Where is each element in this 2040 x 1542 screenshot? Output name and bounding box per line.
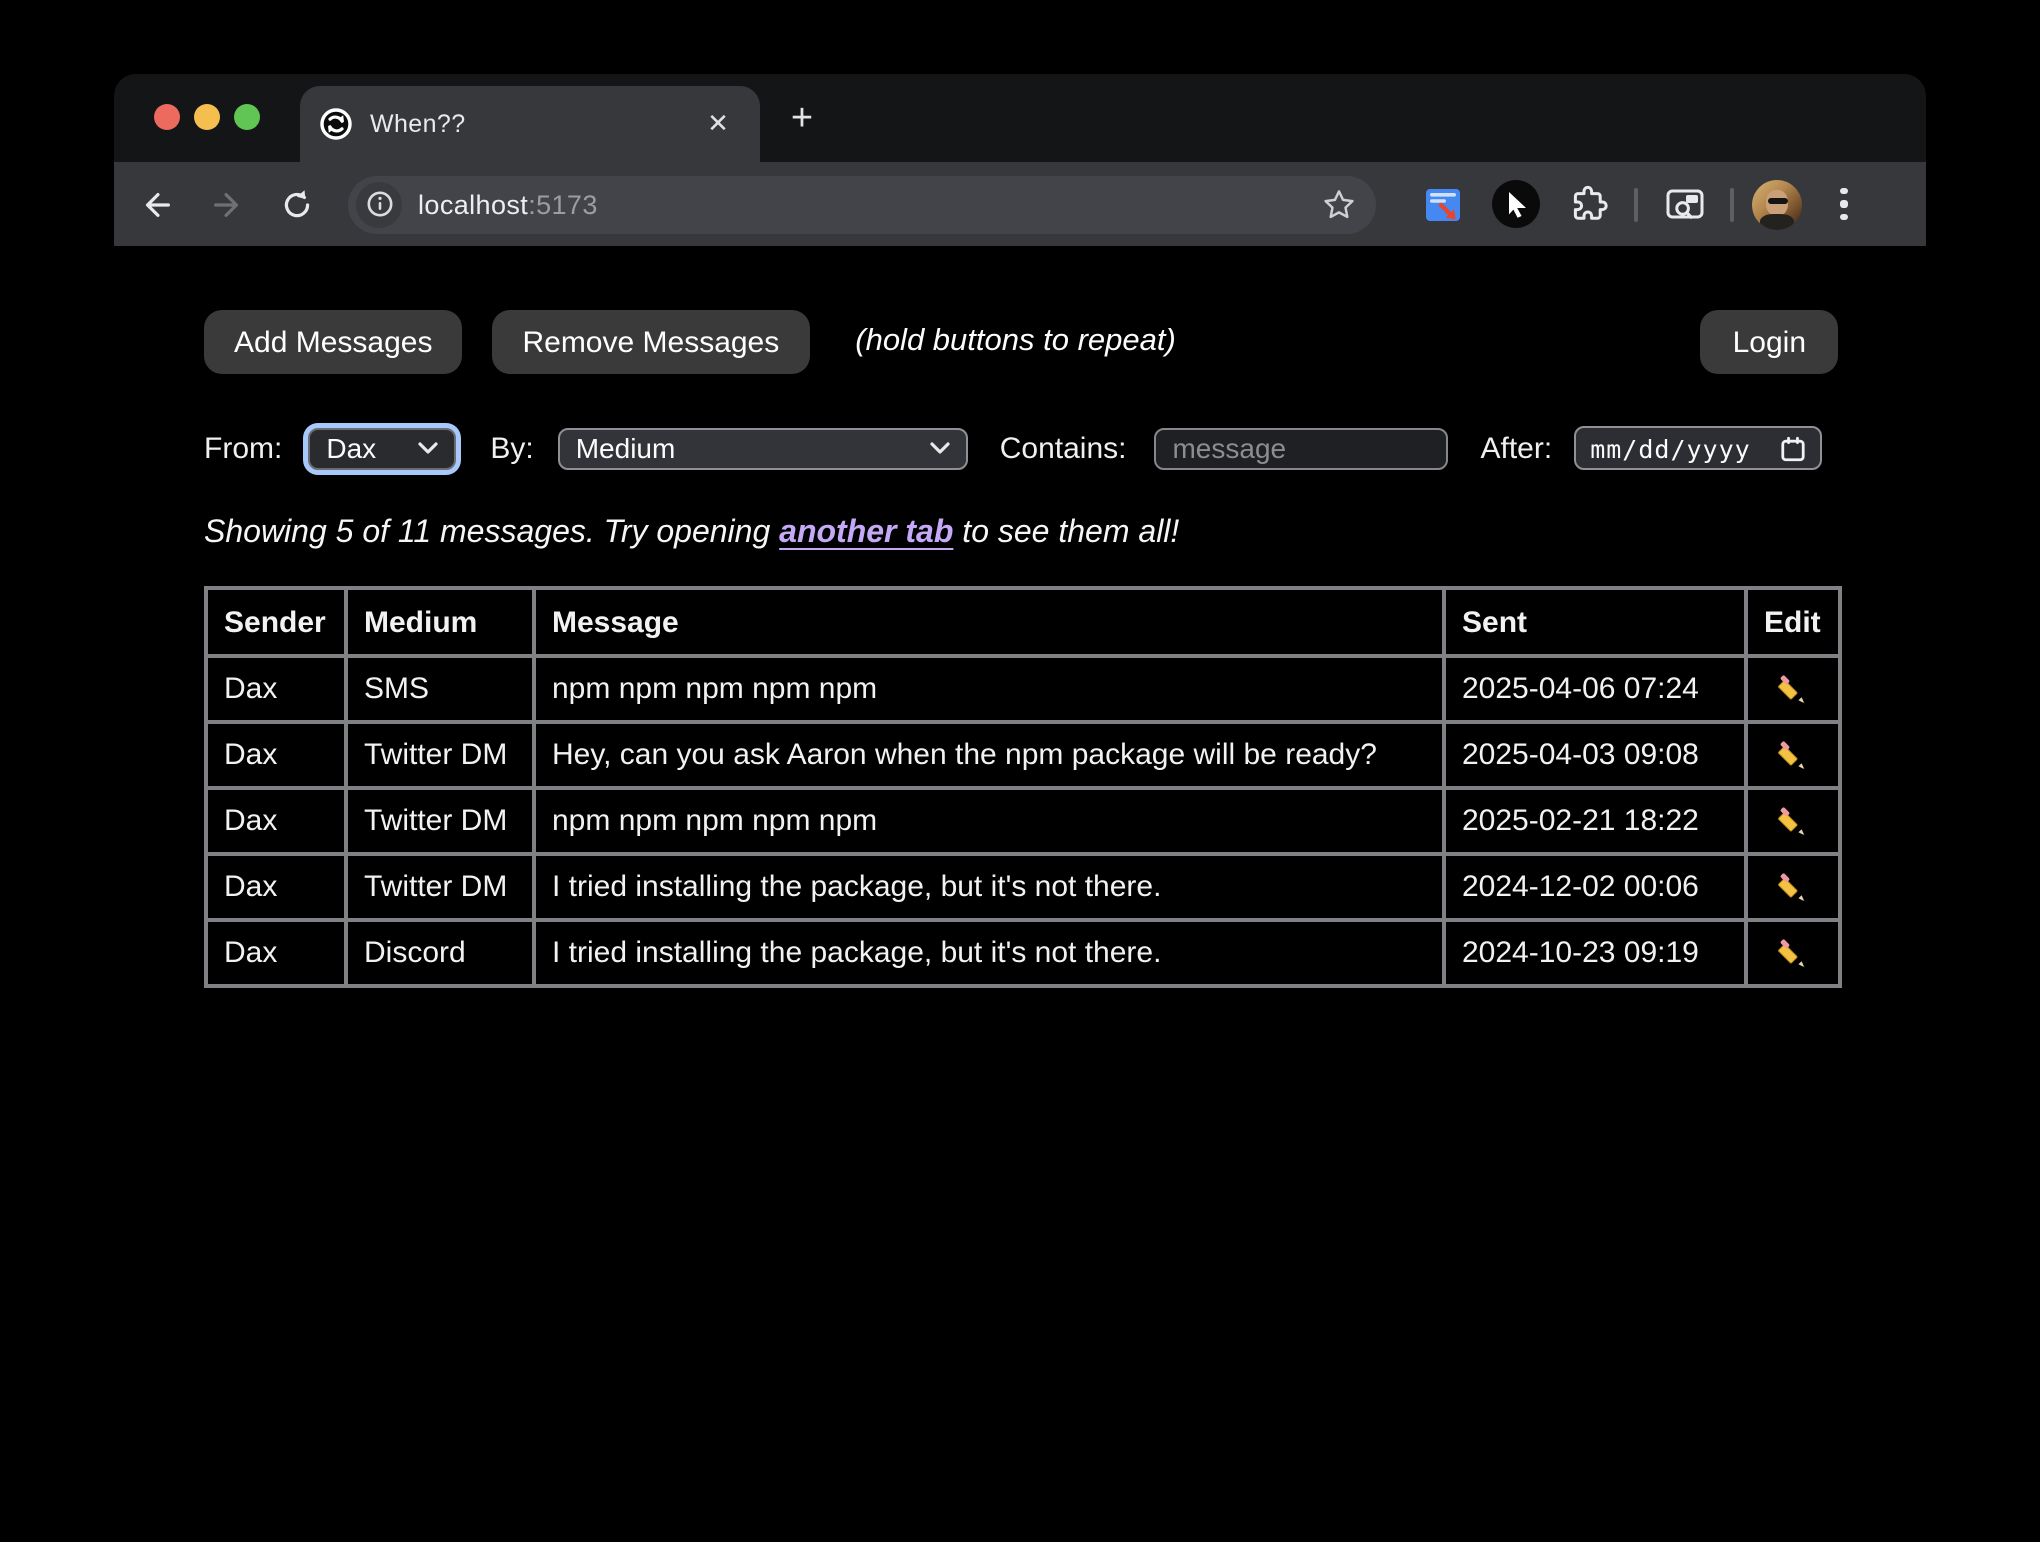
nav-buttons	[128, 176, 324, 232]
reload-icon[interactable]	[268, 176, 324, 232]
minimize-window-button[interactable]	[194, 104, 220, 130]
after-date-input[interactable]: mm/dd/yyyy	[1574, 426, 1822, 470]
back-icon[interactable]	[128, 176, 184, 232]
status-before-link: Showing 5 of 11 messages. Try opening	[204, 516, 779, 550]
tab-close-icon[interactable]: ✕	[700, 106, 736, 142]
cell-medium: Twitter DM	[346, 722, 534, 788]
cell-sender: Dax	[206, 722, 346, 788]
traffic-lights	[154, 104, 260, 130]
browser-toolbar: localhost:5173	[114, 162, 1926, 246]
contains-label: Contains:	[1000, 431, 1127, 465]
calendar-icon[interactable]	[1780, 435, 1806, 461]
after-date-value: mm/dd/yyyy	[1590, 433, 1768, 463]
edit-cell[interactable]	[1746, 920, 1840, 986]
edit-cell[interactable]	[1746, 854, 1840, 920]
table-row: Dax SMS npm npm npm npm npm 2025-04-06 0…	[206, 656, 1840, 722]
cell-sent: 2025-04-06 07:24	[1444, 656, 1746, 722]
header-sender: Sender	[206, 588, 346, 656]
cell-message: npm npm npm npm npm	[534, 656, 1444, 722]
from-select-value: Dax	[326, 432, 406, 464]
cell-sender: Dax	[206, 788, 346, 854]
edit-cell[interactable]	[1746, 722, 1840, 788]
browser-tab[interactable]: When?? ✕	[300, 86, 760, 162]
table-row: Dax Discord I tried installing the packa…	[206, 920, 1840, 986]
by-select[interactable]: Medium	[558, 427, 968, 469]
extensions-puzzle-icon[interactable]	[1560, 176, 1616, 232]
close-window-button[interactable]	[154, 104, 180, 130]
login-button[interactable]: Login	[1701, 310, 1838, 374]
cell-medium: SMS	[346, 656, 534, 722]
from-select[interactable]: Dax	[308, 427, 456, 469]
profile-avatar[interactable]	[1752, 179, 1802, 229]
hold-buttons-hint: (hold buttons to repeat)	[855, 324, 1176, 360]
header-sent: Sent	[1444, 588, 1746, 656]
site-info-icon[interactable]	[356, 181, 402, 227]
toolbar-right-icons	[1414, 176, 1872, 232]
from-label: From:	[204, 431, 282, 465]
remove-messages-button[interactable]: Remove Messages	[492, 310, 809, 374]
url-host: localhost	[418, 189, 528, 219]
table-row: Dax Twitter DM npm npm npm npm npm 2025-…	[206, 788, 1840, 854]
another-tab-link[interactable]: another tab	[779, 516, 953, 550]
actions-row: Add Messages Remove Messages (hold butto…	[204, 310, 1838, 374]
cell-sender: Dax	[206, 920, 346, 986]
edit-cell[interactable]	[1746, 656, 1840, 722]
forward-icon[interactable]	[198, 176, 254, 232]
favicon-sync-icon	[320, 108, 352, 140]
url-port: :5173	[528, 189, 598, 219]
cell-message: I tried installing the package, but it's…	[534, 854, 1444, 920]
new-tab-button[interactable]: +	[776, 94, 828, 146]
address-bar[interactable]: localhost:5173	[348, 175, 1376, 233]
status-after-link: to see them all!	[953, 516, 1179, 550]
after-label: After:	[1480, 431, 1552, 465]
header-medium: Medium	[346, 588, 534, 656]
toolbar-divider	[1634, 187, 1638, 221]
screen: When?? ✕ +	[0, 0, 2040, 1542]
status-line: Showing 5 of 11 messages. Try opening an…	[204, 516, 1838, 552]
contains-input[interactable]	[1154, 427, 1448, 469]
cell-medium: Twitter DM	[346, 788, 534, 854]
cell-sent: 2024-12-02 00:06	[1444, 854, 1746, 920]
bookmark-star-icon[interactable]	[1322, 187, 1356, 221]
cell-message: I tried installing the package, but it's…	[534, 920, 1444, 986]
edit-cell[interactable]	[1746, 788, 1840, 854]
table-header-row: Sender Medium Message Sent Edit	[206, 588, 1840, 656]
by-label: By:	[490, 431, 533, 465]
cell-medium: Discord	[346, 920, 534, 986]
toolbar-divider	[1730, 187, 1734, 221]
zoom-window-button[interactable]	[234, 104, 260, 130]
cursor-extension-icon[interactable]	[1488, 176, 1544, 232]
tab-title: When??	[370, 110, 700, 138]
cell-sent: 2024-10-23 09:19	[1444, 920, 1746, 986]
messages-table: Sender Medium Message Sent Edit Dax SMS …	[204, 586, 1842, 988]
filters-row: From: Dax By: Medium Contains: After: mm…	[204, 426, 1838, 470]
table-row: Dax Twitter DM Hey, can you ask Aaron wh…	[206, 722, 1840, 788]
edit-pencil-icon[interactable]	[1777, 674, 1809, 706]
cell-message: Hey, can you ask Aaron when the npm pack…	[534, 722, 1444, 788]
header-edit: Edit	[1746, 588, 1840, 656]
edit-pencil-icon[interactable]	[1777, 740, 1809, 772]
cell-sent: 2025-04-03 09:08	[1444, 722, 1746, 788]
header-message: Message	[534, 588, 1444, 656]
cell-sender: Dax	[206, 854, 346, 920]
web-page: Add Messages Remove Messages (hold butto…	[114, 246, 1926, 1394]
browser-window: When?? ✕ +	[114, 74, 1926, 1394]
add-messages-button[interactable]: Add Messages	[204, 310, 462, 374]
url-text: localhost:5173	[418, 189, 598, 219]
edit-pencil-icon[interactable]	[1777, 938, 1809, 970]
tab-strip: When?? ✕ +	[114, 74, 1926, 162]
edit-pencil-icon[interactable]	[1777, 806, 1809, 838]
cell-sender: Dax	[206, 656, 346, 722]
chevron-down-icon	[930, 442, 950, 454]
edit-pencil-icon[interactable]	[1777, 872, 1809, 904]
cell-message: npm npm npm npm npm	[534, 788, 1444, 854]
browser-menu-icon[interactable]	[1816, 176, 1872, 232]
screen-search-icon[interactable]	[1656, 176, 1712, 232]
window-resizer-extension-icon[interactable]	[1414, 176, 1470, 232]
cell-medium: Twitter DM	[346, 854, 534, 920]
cell-sent: 2025-02-21 18:22	[1444, 788, 1746, 854]
by-select-value: Medium	[576, 432, 918, 464]
table-row: Dax Twitter DM I tried installing the pa…	[206, 854, 1840, 920]
chevron-down-icon	[418, 442, 438, 454]
